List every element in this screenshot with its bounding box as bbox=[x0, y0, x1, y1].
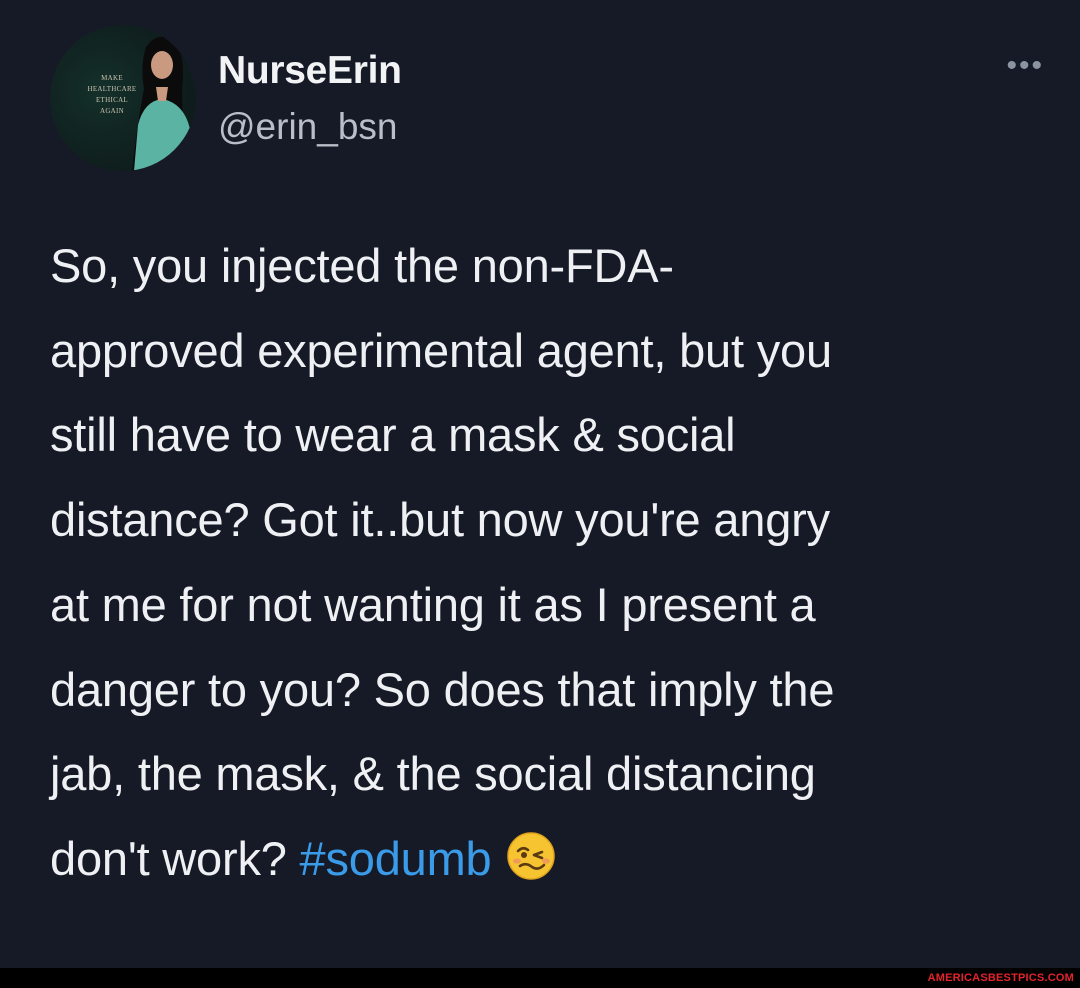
tweet-line-last: don't work? #sodumb bbox=[50, 817, 1060, 908]
avatar-photo bbox=[132, 36, 190, 171]
tweet-line: So, you injected the non-FDA- bbox=[50, 239, 674, 292]
tweet-line-text: don't work? bbox=[50, 831, 300, 885]
tweet-text: So, you injected the non-FDA- approved e… bbox=[50, 224, 1060, 908]
tweet-card: MAKE HEALTHCARE ETHICAL AGAIN NurseErin … bbox=[0, 0, 1080, 968]
woozy-face-emoji-icon bbox=[506, 823, 556, 908]
tweet-line: danger to you? So does that imply the bbox=[50, 662, 835, 716]
tweet-line: still have to wear a mask & social bbox=[50, 408, 736, 462]
user-handle[interactable]: @erin_bsn bbox=[218, 104, 402, 150]
hashtag-link[interactable]: #sodumb bbox=[300, 832, 492, 885]
avatar[interactable]: MAKE HEALTHCARE ETHICAL AGAIN bbox=[50, 25, 196, 171]
more-options-icon[interactable]: ••• bbox=[1006, 51, 1044, 81]
footer-bar: AMERICASBESTPICS.COM bbox=[0, 968, 1080, 988]
author-names: NurseErin @erin_bsn bbox=[218, 48, 402, 150]
tweet-line: jab, the mask, & the social distancing bbox=[50, 747, 816, 801]
watermark: AMERICASBESTPICS.COM bbox=[927, 972, 1074, 984]
tweet-line: distance? Got it..but now you're angry bbox=[50, 493, 830, 547]
tweet-line: at me for not wanting it as I present a bbox=[50, 577, 816, 631]
tweet-line: approved experimental agent, but you bbox=[50, 323, 832, 377]
display-name[interactable]: NurseErin bbox=[218, 48, 402, 94]
